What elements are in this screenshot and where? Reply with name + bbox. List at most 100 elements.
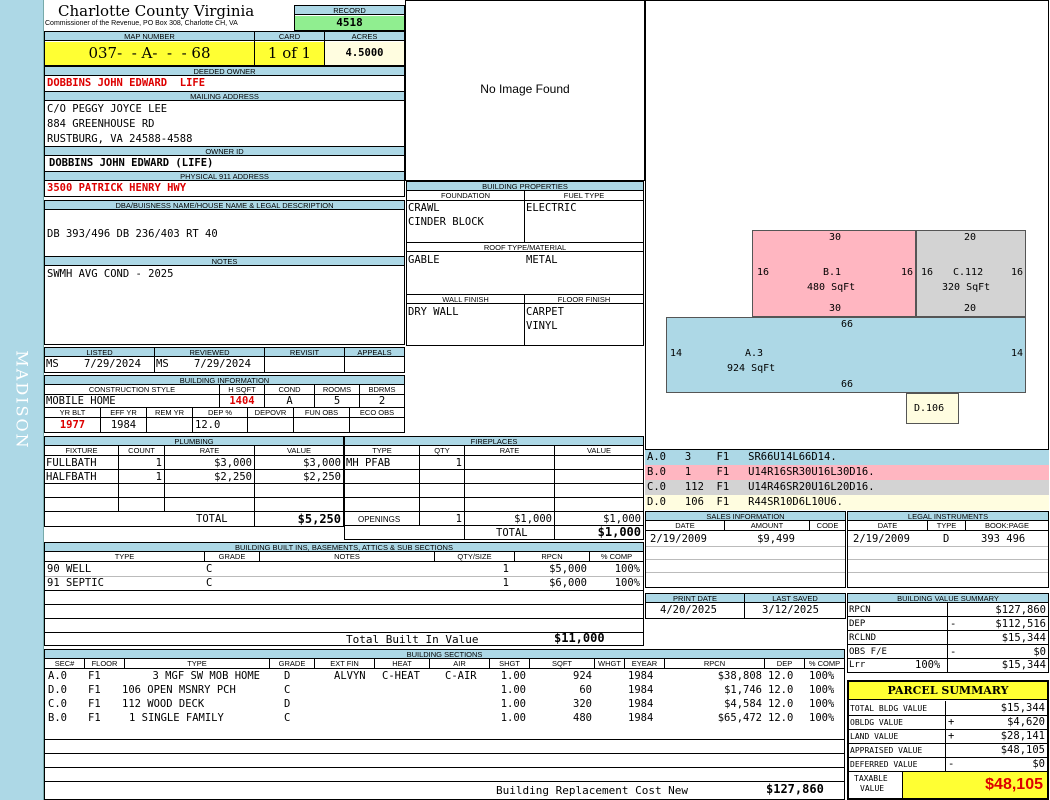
plumbing-rate-2: $2,250: [214, 471, 252, 483]
rooms-label: ROOMS: [315, 385, 359, 395]
sec-row-1-shgt: 1.00: [500, 670, 526, 682]
sec-row-2-sqft: 60: [579, 684, 592, 696]
li-date-1: 2/19/2009: [853, 533, 910, 545]
sec-h-floor: FLOOR: [85, 659, 124, 669]
card-number: 1 of 1: [255, 42, 324, 65]
sale-amount-1: $9,499: [757, 533, 795, 545]
sec-row-1-grade: D: [284, 670, 291, 682]
mailing-label: MAILING ADDRESS: [45, 91, 404, 101]
openings-qty: 1: [455, 513, 462, 525]
sec-h-eyear: EYEAR: [625, 659, 664, 669]
sketch-a-bottom: 66: [841, 379, 854, 390]
rem-yr-label: REM YR: [147, 408, 192, 418]
plumbing-fixture-1: FULLBATH: [46, 457, 97, 469]
sec-row-2-type: 106 OPEN MSNRY PCH: [122, 684, 236, 696]
sec-row-3-sqft: 320: [573, 698, 592, 710]
sec-h-shgt: SHGT: [490, 659, 529, 669]
rate-label: RATE: [165, 446, 254, 456]
district-sidebar: MADISON: [0, 0, 44, 800]
builtins-label: BUILDING BUILT INS, BASEMENTS, ATTICS & …: [45, 543, 643, 552]
physical-address: 3500 PATRICK HENRY HWY: [47, 182, 187, 194]
sketch-d-label: D.106: [914, 403, 945, 414]
plumbing-rate-1: $3,000: [214, 457, 252, 469]
sketch-c-top: 20: [964, 232, 977, 243]
bi-rpcn-2: $6,000: [549, 577, 587, 589]
sec-row-1-eyear: 1984: [628, 670, 654, 682]
roof-material: METAL: [526, 254, 558, 266]
dep-pct: 12.0: [195, 419, 221, 431]
dep-label: DEP %: [193, 408, 247, 418]
builtins-total: $11,000: [554, 632, 605, 645]
reviewed-by: MS: [156, 358, 169, 370]
bdrms-label: BDRMS: [360, 385, 404, 395]
ps-obldg-sign: +: [948, 716, 955, 728]
floor-finish-2: VINYL: [526, 320, 558, 332]
owner-id: DOBBINS JOHN EDWARD (LIFE): [49, 157, 214, 169]
sec-h-type: TYPE: [125, 659, 269, 669]
sales-date-label: DATE: [646, 521, 724, 531]
sec-row-4-shgt: 1.00: [500, 712, 526, 724]
mailing-line1: C/O PEGGY JOYCE LEE: [47, 103, 168, 115]
bi-grade-2: C: [206, 577, 213, 589]
bvs-dep-value: $112,516: [995, 618, 1046, 630]
sec-h-rpcn: RPCN: [665, 659, 764, 669]
wall-finish-label: WALL FINISH: [407, 294, 524, 304]
listed-label: LISTED: [45, 348, 154, 357]
sketch-legend-a: A.0 3 F1 SR66U14L66D14.: [645, 450, 1049, 465]
print-date-label: PRINT DATE: [646, 594, 744, 603]
sec-h-air: AIR: [430, 659, 489, 669]
sketch-legend-d: D.0 106 F1 R44SR10D6L10U6.: [645, 495, 1049, 510]
building-info-label: BUILDING INFORMATION: [45, 376, 404, 385]
listed-by: MS: [46, 358, 59, 370]
sec-h-sec: SEC#: [45, 659, 84, 669]
count-label: COUNT: [119, 446, 164, 456]
plumbing-label: PLUMBING: [45, 437, 343, 446]
card-label: CARD: [255, 32, 324, 41]
bvs-rclnd-label: RCLND: [849, 633, 877, 643]
reviewed-date: 7/29/2024: [194, 358, 251, 370]
sec-row-1-comp: 100%: [809, 670, 835, 682]
sec-row-2-rpcn: $1,746: [724, 684, 762, 696]
bvs-obs-sign: -: [950, 646, 957, 658]
sections-label: BUILDING SECTIONS: [45, 650, 844, 659]
fp-type-1: MH PFAB: [346, 457, 391, 469]
sec-row-3-shgt: 1.00: [500, 698, 526, 710]
sec-row-4-grade: C: [284, 712, 291, 724]
sketch-c-left: 16: [921, 267, 934, 278]
bvs-obs-value: $0: [1033, 646, 1046, 658]
sketch-a-label: A.3: [745, 348, 764, 359]
sketch-c-area: 320 SqFt: [942, 282, 991, 293]
legal-instr-label: LEGAL INSTRUMENTS: [848, 512, 1048, 521]
sales-amount-label: AMOUNT: [725, 521, 809, 531]
bi-qty-1: 1: [502, 563, 509, 575]
revisit-label: REVISIT: [265, 348, 344, 357]
sections-total: $127,860: [766, 783, 824, 796]
sketch-c-right: 16: [1010, 267, 1023, 278]
sec-row-3-dep: 12.0: [768, 698, 794, 710]
sales-code-label: CODE: [810, 521, 845, 531]
sec-row-4-comp: 100%: [809, 712, 835, 724]
ps-taxable-label-2: VALUE: [860, 784, 885, 793]
ps-appraised-value: $48,105: [1000, 744, 1045, 756]
bi-type-label: TYPE: [45, 552, 204, 562]
bi-grade-1: C: [206, 563, 213, 575]
appeals-label: APPEALS: [345, 348, 404, 357]
ps-obldg-value: $4,620: [1007, 716, 1045, 728]
sec-row-4-sec: B.0: [48, 712, 67, 724]
bi-grade-label: GRADE: [205, 552, 259, 562]
plumbing-count-2: 1: [155, 471, 162, 483]
sec-h-extfin: EXT FIN: [315, 659, 374, 669]
foundation-2: CINDER BLOCK: [408, 216, 484, 228]
sec-row-4-floor: F1: [88, 712, 101, 724]
fp-qty-label: QTY: [420, 446, 464, 456]
ps-total-bldg-label: TOTAL BLDG VALUE: [850, 704, 928, 713]
yr-blt-label: YR BLT: [45, 408, 100, 418]
physical-address-label: PHYSICAL 911 ADDRESS: [45, 171, 404, 181]
county-title: Charlotte County Virginia: [58, 2, 255, 20]
ps-obldg-label: OBLDG VALUE: [850, 718, 903, 727]
sketch-b-left: 16: [757, 267, 770, 278]
sketch-a-left: 14: [670, 348, 683, 359]
sec-row-3-rpcn: $4,584: [724, 698, 762, 710]
builtins-total-label: Total Built In Value: [346, 633, 479, 646]
sec-h-sqft: SQFT: [530, 659, 594, 669]
